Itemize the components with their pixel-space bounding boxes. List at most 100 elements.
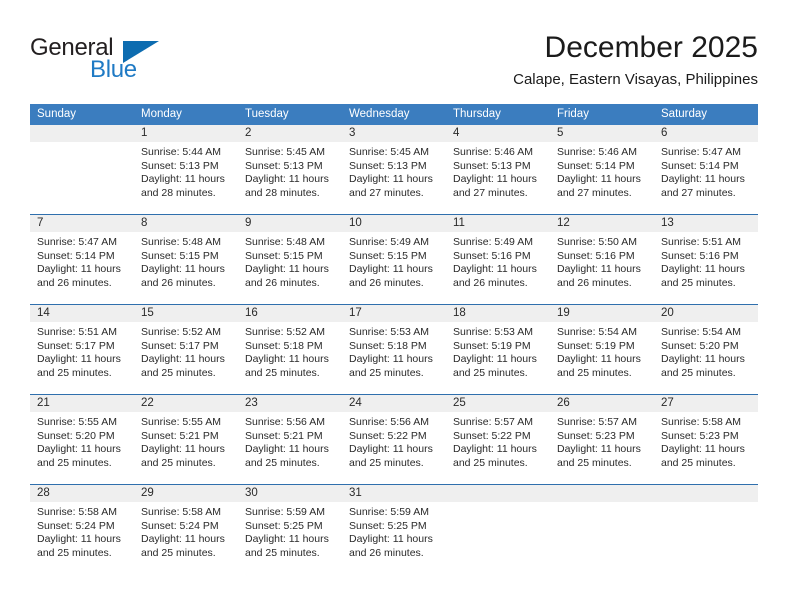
day-details: Sunrise: 5:48 AM Sunset: 5:15 PM Daylight:… [134,232,238,290]
day-cell[interactable]: 15 Sunrise: 5:52 AM Sunset: 5:17 PM Dayligh… [134,305,238,394]
sunset-text: Sunset: 5:22 PM [349,429,427,442]
daylight-text-line2: and 25 minutes. [245,546,320,559]
sunset-text: Sunset: 5:16 PM [661,249,739,262]
day-number: 5 [550,125,654,142]
sunset-text: Sunset: 5:22 PM [453,429,531,442]
day-cell[interactable]: 9 Sunrise: 5:48 AM Sunset: 5:15 PM Daylight… [238,215,342,304]
day-cell[interactable]: 5 Sunrise: 5:46 AM Sunset: 5:14 PM Daylight… [550,125,654,214]
daylight-text-line1: Daylight: 11 hours [37,263,121,276]
day-cell[interactable]: 25 Sunrise: 5:57 AM Sunset: 5:22 PM Dayligh… [446,395,550,484]
page-header: General Blue December 2025 Calape, Easte… [30,30,758,98]
daylight-text-line2: and 27 minutes. [349,186,424,199]
day-cell[interactable]: 27 Sunrise: 5:58 AM Sunset: 5:23 PM Dayligh… [654,395,758,484]
weekday-header-saturday: Saturday [661,108,708,120]
daylight-text-line1: Daylight: 11 hours [37,443,121,456]
day-details: Sunrise: 5:59 AM Sunset: 5:25 PM Daylight:… [238,502,342,560]
day-number: 21 [30,395,134,412]
sunrise-text: Sunrise: 5:50 AM [557,236,637,248]
day-cell[interactable]: 20 Sunrise: 5:54 AM Sunset: 5:20 PM Dayligh… [654,305,758,394]
daylight-text-line1: Daylight: 11 hours [245,173,329,186]
daylight-text-line2: and 25 minutes. [141,366,216,379]
daylight-text-line2: and 28 minutes. [245,186,320,199]
day-cell[interactable]: 6 Sunrise: 5:47 AM Sunset: 5:14 PM Daylight… [654,125,758,214]
day-number: 17 [342,305,446,322]
day-details: Sunrise: 5:57 AM Sunset: 5:22 PM Daylight:… [446,412,550,470]
day-number: 27 [654,395,758,412]
sunset-text: Sunset: 5:15 PM [141,249,219,262]
sunrise-text: Sunrise: 5:48 AM [245,236,325,248]
calendar-week-row: 28 Sunrise: 5:58 AM Sunset: 5:24 PM Dayligh… [30,484,758,574]
sunset-text: Sunset: 5:18 PM [349,339,427,352]
day-details: Sunrise: 5:45 AM Sunset: 5:13 PM Daylight:… [342,142,446,200]
day-cell[interactable]: 18 Sunrise: 5:53 AM Sunset: 5:19 PM Dayligh… [446,305,550,394]
day-cell[interactable]: 13 Sunrise: 5:51 AM Sunset: 5:16 PM Dayligh… [654,215,758,304]
daylight-text-line1: Daylight: 11 hours [557,353,641,366]
sunrise-text: Sunrise: 5:47 AM [37,236,117,248]
day-details: Sunrise: 5:48 AM Sunset: 5:15 PM Daylight:… [238,232,342,290]
day-cell[interactable]: 14 Sunrise: 5:51 AM Sunset: 5:17 PM Dayligh… [30,305,134,394]
day-number: 20 [654,305,758,322]
sunset-text: Sunset: 5:24 PM [37,519,115,532]
daylight-text-line2: and 25 minutes. [37,456,112,469]
sunrise-text: Sunrise: 5:53 AM [453,326,533,338]
sunrise-text: Sunrise: 5:56 AM [245,416,325,428]
day-cell[interactable]: 30 Sunrise: 5:59 AM Sunset: 5:25 PM Dayligh… [238,485,342,574]
day-cell[interactable]: 2 Sunrise: 5:45 AM Sunset: 5:13 PM Daylight… [238,125,342,214]
daylight-text-line2: and 26 minutes. [37,276,112,289]
day-cell[interactable]: 10 Sunrise: 5:49 AM Sunset: 5:15 PM Dayligh… [342,215,446,304]
page-subtitle: Calape, Eastern Visayas, Philippines [513,71,758,88]
daylight-text-line1: Daylight: 11 hours [349,443,433,456]
day-cell[interactable]: 3 Sunrise: 5:45 AM Sunset: 5:13 PM Daylight… [342,125,446,214]
day-cell-empty [446,485,550,574]
sunset-text: Sunset: 5:14 PM [37,249,115,262]
sunset-text: Sunset: 5:16 PM [557,249,635,262]
sunrise-text: Sunrise: 5:47 AM [661,146,741,158]
day-cell[interactable]: 23 Sunrise: 5:56 AM Sunset: 5:21 PM Dayligh… [238,395,342,484]
sunrise-text: Sunrise: 5:53 AM [349,326,429,338]
sunset-text: Sunset: 5:13 PM [245,159,323,172]
day-details: Sunrise: 5:47 AM Sunset: 5:14 PM Daylight:… [30,232,134,290]
calendar-week-row: 21 Sunrise: 5:55 AM Sunset: 5:20 PM Dayligh… [30,394,758,484]
day-cell-empty [30,125,134,214]
daylight-text-line1: Daylight: 11 hours [245,353,329,366]
day-cell[interactable]: 28 Sunrise: 5:58 AM Sunset: 5:24 PM Dayligh… [30,485,134,574]
day-number: 14 [30,305,134,322]
day-cell[interactable]: 22 Sunrise: 5:55 AM Sunset: 5:21 PM Dayligh… [134,395,238,484]
day-number [654,485,758,502]
day-cell[interactable]: 21 Sunrise: 5:55 AM Sunset: 5:20 PM Dayligh… [30,395,134,484]
day-cell[interactable]: 1 Sunrise: 5:44 AM Sunset: 5:13 PM Daylight… [134,125,238,214]
day-cell[interactable]: 12 Sunrise: 5:50 AM Sunset: 5:16 PM Dayligh… [550,215,654,304]
day-number: 29 [134,485,238,502]
day-details: Sunrise: 5:47 AM Sunset: 5:14 PM Daylight:… [654,142,758,200]
daylight-text-line1: Daylight: 11 hours [37,533,121,546]
sunrise-text: Sunrise: 5:58 AM [661,416,741,428]
sunset-text: Sunset: 5:13 PM [349,159,427,172]
day-number: 16 [238,305,342,322]
day-cell[interactable]: 16 Sunrise: 5:52 AM Sunset: 5:18 PM Dayligh… [238,305,342,394]
sunset-text: Sunset: 5:14 PM [557,159,635,172]
sunset-text: Sunset: 5:19 PM [453,339,531,352]
day-details: Sunrise: 5:45 AM Sunset: 5:13 PM Daylight:… [238,142,342,200]
day-cell[interactable]: 4 Sunrise: 5:46 AM Sunset: 5:13 PM Daylight… [446,125,550,214]
daylight-text-line1: Daylight: 11 hours [141,173,225,186]
day-cell[interactable]: 29 Sunrise: 5:58 AM Sunset: 5:24 PM Dayligh… [134,485,238,574]
day-cell[interactable]: 8 Sunrise: 5:48 AM Sunset: 5:15 PM Daylight… [134,215,238,304]
day-cell[interactable]: 11 Sunrise: 5:49 AM Sunset: 5:16 PM Dayligh… [446,215,550,304]
sunset-text: Sunset: 5:23 PM [661,429,739,442]
day-details: Sunrise: 5:58 AM Sunset: 5:23 PM Daylight:… [654,412,758,470]
day-number: 13 [654,215,758,232]
day-cell[interactable]: 31 Sunrise: 5:59 AM Sunset: 5:25 PM Dayligh… [342,485,446,574]
daylight-text-line1: Daylight: 11 hours [349,173,433,186]
day-details: Sunrise: 5:46 AM Sunset: 5:13 PM Daylight:… [446,142,550,200]
day-cell[interactable]: 19 Sunrise: 5:54 AM Sunset: 5:19 PM Dayligh… [550,305,654,394]
sunset-text: Sunset: 5:14 PM [661,159,739,172]
day-cell[interactable]: 24 Sunrise: 5:56 AM Sunset: 5:22 PM Dayligh… [342,395,446,484]
day-details: Sunrise: 5:55 AM Sunset: 5:21 PM Daylight:… [134,412,238,470]
day-cell[interactable]: 17 Sunrise: 5:53 AM Sunset: 5:18 PM Dayligh… [342,305,446,394]
weekday-header-tuesday: Tuesday [245,108,289,120]
day-cell[interactable]: 26 Sunrise: 5:57 AM Sunset: 5:23 PM Dayligh… [550,395,654,484]
sunset-text: Sunset: 5:16 PM [453,249,531,262]
daylight-text-line1: Daylight: 11 hours [661,353,745,366]
day-cell[interactable]: 7 Sunrise: 5:47 AM Sunset: 5:14 PM Daylight… [30,215,134,304]
daylight-text-line2: and 25 minutes. [245,366,320,379]
